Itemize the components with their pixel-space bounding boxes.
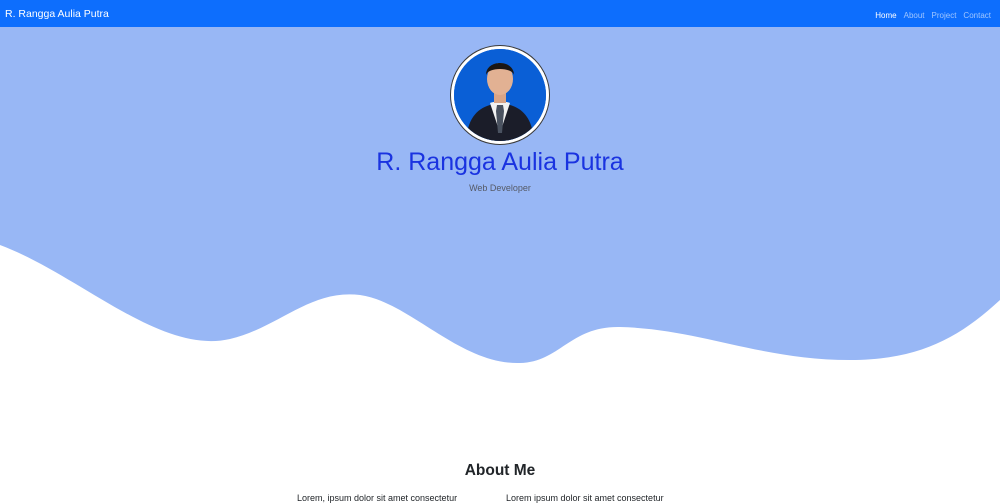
person-portrait-icon (454, 49, 546, 141)
profile-photo (451, 46, 549, 144)
nav-link-about[interactable]: About (904, 11, 925, 20)
nav-link-home[interactable]: Home (875, 11, 896, 20)
hero-role: Web Developer (469, 183, 531, 193)
hero-section: R. Rangga Aulia Putra Web Developer (0, 27, 1000, 367)
about-paragraph-left: Lorem, ipsum dolor sit amet consectetur (297, 493, 458, 503)
navbar-brand[interactable]: R. Rangga Aulia Putra (5, 8, 109, 20)
nav-links: Home About Project Contact (875, 5, 991, 23)
about-paragraph-right: Lorem ipsum dolor sit amet consectetur (506, 493, 664, 503)
hero-name: R. Rangga Aulia Putra (376, 148, 624, 176)
nav-link-contact[interactable]: Contact (963, 11, 991, 20)
navbar: R. Rangga Aulia Putra Home About Project… (0, 0, 1000, 27)
nav-link-project[interactable]: Project (932, 11, 957, 20)
about-title: About Me (464, 462, 536, 479)
